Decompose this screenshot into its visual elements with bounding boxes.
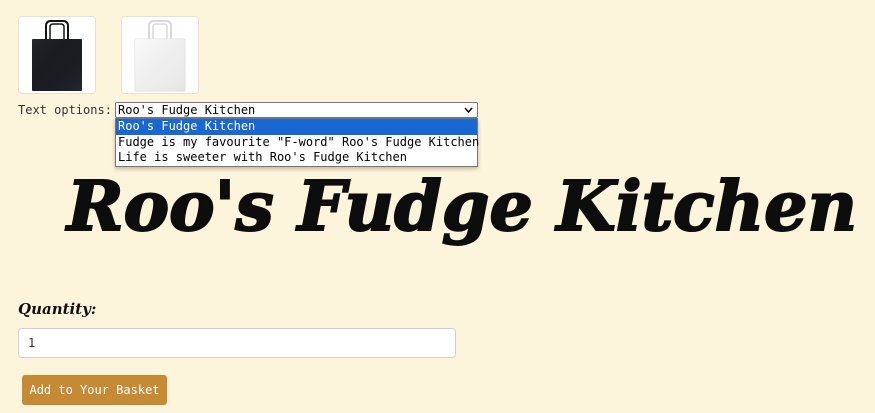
text-option[interactable]: Fudge is my favourite "F-word" Roo's Fud… (116, 135, 479, 151)
add-to-basket-button[interactable]: Add to Your Basket (22, 375, 167, 405)
text-options-dropdown: Roo's Fudge Kitchen Fudge is my favourit… (115, 118, 479, 167)
quantity-label: Quantity: (18, 300, 97, 318)
text-options-selected-value: Roo's Fudge Kitchen (118, 103, 256, 117)
tote-bag-black-icon (32, 20, 82, 91)
text-option[interactable]: Life is sweeter with Roo's Fudge Kitchen (116, 150, 477, 166)
quantity-input[interactable] (18, 328, 456, 358)
tote-bag-white-icon (134, 20, 186, 92)
text-options-select[interactable]: Roo's Fudge Kitchen (115, 102, 478, 118)
black-tote-swatch[interactable] (18, 16, 96, 94)
text-options-label: Text options: (18, 103, 112, 117)
preview-text: Roo's Fudge Kitchen (65, 167, 857, 247)
chevron-down-icon (464, 107, 473, 114)
text-option[interactable]: Roo's Fudge Kitchen (116, 119, 477, 135)
product-page: Text options: Roo's Fudge Kitchen Roo's … (0, 0, 875, 413)
white-tote-swatch[interactable] (121, 16, 199, 94)
